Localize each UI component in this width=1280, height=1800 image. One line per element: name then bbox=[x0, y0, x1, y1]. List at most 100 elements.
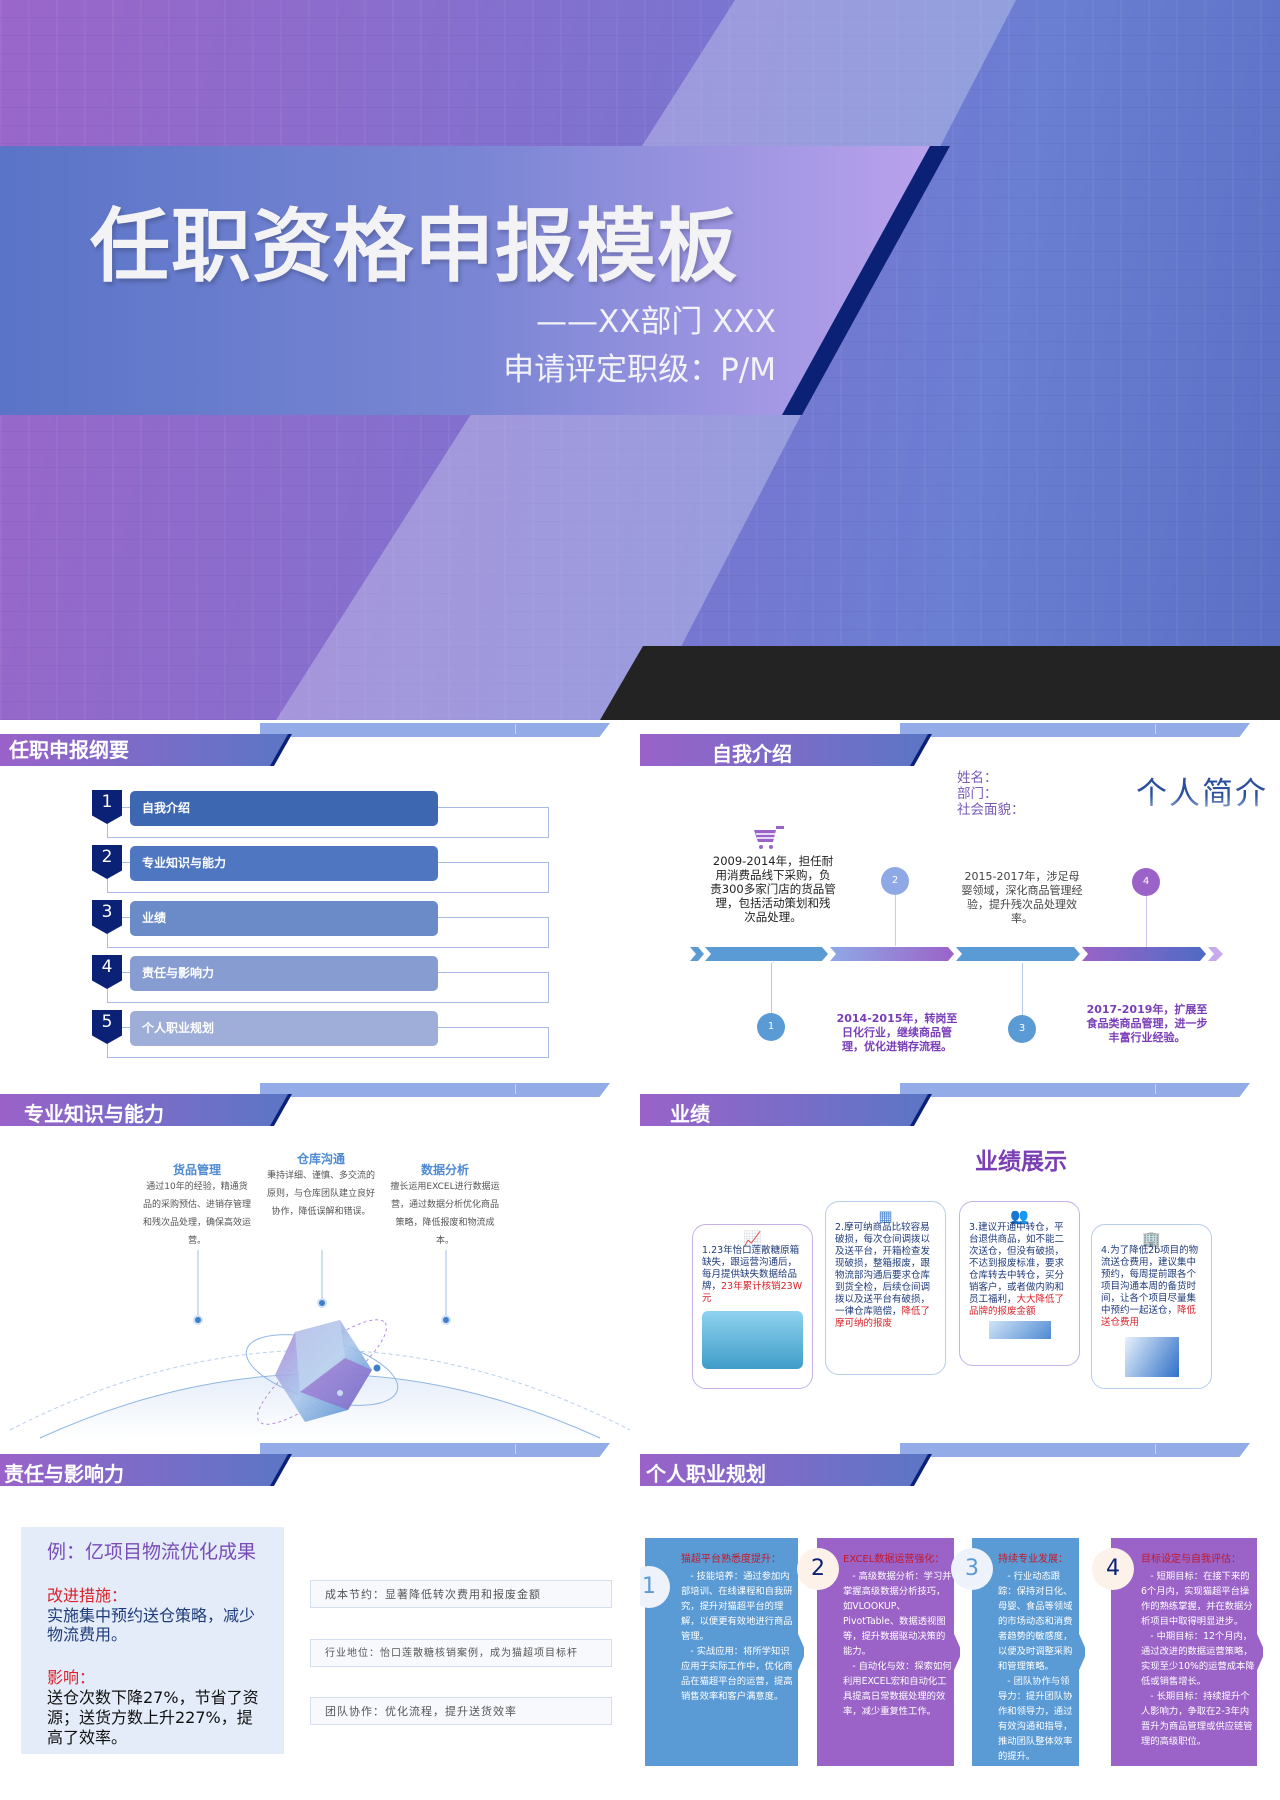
plan-title: 目标设定与自我评估： bbox=[1141, 1554, 1241, 1565]
skill-text: 擅长运用EXCEL进行数据运营，通过数据分析优化商品策略，降低报废和物流成本。 bbox=[390, 1182, 500, 1246]
impact-label: 影响： bbox=[47, 1668, 96, 1687]
result-item: 行业地位：怡口莲散糖核销案例，成为猫超项目标杆 bbox=[310, 1639, 612, 1667]
header-tick bbox=[515, 1444, 516, 1454]
grid-icon: ▦ bbox=[878, 1207, 893, 1225]
slide-title: 自我介绍 bbox=[712, 742, 792, 766]
slide-title: 业绩 bbox=[670, 1102, 710, 1126]
header-band bbox=[260, 1083, 610, 1097]
connector-line bbox=[1146, 895, 1147, 947]
building-icon: 🏢 bbox=[1142, 1230, 1161, 1248]
milestone-text: 2015-2017年，涉足母婴领域，深化商品管理经验，提升残次品处理效率。 bbox=[961, 870, 1083, 925]
performance-slide: 业绩 业绩展示 📈 1.23年怡口莲散糖原箱缺失，跟运营沟通后，每月提供缺失数据… bbox=[640, 1080, 1280, 1440]
slide-title: 责任与影响力 bbox=[4, 1462, 124, 1486]
measure-text: 实施集中预约送仓策略，减少物流费用。 bbox=[47, 1606, 256, 1644]
header-tick bbox=[1155, 1444, 1156, 1454]
milestone-text: 2009-2014年，担任耐用消费品线下采购，负责300多家门店的货品管理，包括… bbox=[710, 854, 836, 924]
plan-line: - 行业动态跟踪：保持对日化、母婴、食品等领域的市场动态和消费者趋势的敏感度，以… bbox=[998, 1571, 1073, 1672]
agenda-item[interactable]: 责任与影响力 bbox=[130, 956, 438, 991]
cover-slide: 任职资格申报模板 ——XX部门 XXX 申请评定职级：P/M bbox=[0, 0, 1280, 720]
header-band bbox=[260, 1443, 610, 1457]
plan-line: - 团队协作与领导力：提升团队协作和领导力，通过有效沟通和指导，推动团队整体效率… bbox=[998, 1676, 1073, 1762]
impact-slide: 责任与影响力 例：亿项目物流优化成果 改进措施： 实施集中预约送仓策略，减少物流… bbox=[0, 1440, 640, 1800]
plan-number-badge: 2 bbox=[797, 1548, 839, 1590]
performance-title: 业绩展示 bbox=[975, 1149, 1067, 1175]
profile-title: 个人简介 bbox=[1136, 768, 1268, 813]
performance-card: 👥 3.建议开通中转仓，平台退供商品，如不能二次送仓，但没有破损，不达到报废标准… bbox=[959, 1201, 1080, 1366]
skills-slide: 专业知识与能力 货品管理 通过10年的经验，精通货品的采购预估、进销存管理和残次… bbox=[0, 1080, 640, 1440]
agenda-slide: 任职申报纲要 1 自我介绍 2 专业知识与能力 3 业绩 4 责任与影响力 5 … bbox=[0, 720, 640, 1080]
example-box: 例：亿项目物流优化成果 改进措施： 实施集中预约送仓策略，减少物流费用。 影响：… bbox=[21, 1527, 284, 1754]
milestone-badge: 1 bbox=[757, 1013, 785, 1041]
performance-card: ▦ 2.摩可纳商品比较容易破损，每次仓间调拨以及送平台，开箱检查发现破损，整箱报… bbox=[825, 1201, 946, 1375]
plan-column: 猫超平台熟悉度提升： - 技能培养：通过参加内部培训、在线课程和自我研究，提升对猫… bbox=[645, 1538, 804, 1766]
agenda-item[interactable]: 自我介绍 bbox=[130, 791, 438, 826]
performance-card: 🏢 4.为了降低2b项目的物流送仓费用，建议集中预约，每周提前跟各个项目沟通本周… bbox=[1091, 1224, 1212, 1389]
building-photo bbox=[702, 1311, 803, 1369]
skill-title: 仓库沟通 bbox=[296, 1152, 345, 1166]
milestone-text: 2017-2019年，扩展至食品类商品管理，进一步丰富行业经验。 bbox=[1086, 1003, 1208, 1044]
plan-title: 持续专业发展： bbox=[998, 1554, 1068, 1565]
chart-monitor-icon: 📈 bbox=[743, 1230, 762, 1248]
plan-line: - 自动化与效：探索如何利用EXCEL宏和自动化工具提高日常数据处理的效率，减少… bbox=[843, 1661, 952, 1717]
slide-title: 任职申报纲要 bbox=[9, 738, 129, 762]
dark-corner-block bbox=[600, 646, 1280, 720]
result-item: 团队协作：优化流程，提升送货效率 bbox=[310, 1697, 612, 1725]
plan-line: - 长期目标：持续提升个人影响力，争取在2-3年内晋升为商品管理或供应链管理的高… bbox=[1141, 1691, 1253, 1747]
skill-title: 数据分析 bbox=[420, 1163, 469, 1177]
milestone-badge: 4 bbox=[1132, 868, 1160, 896]
impact-text: 送仓次数下降27%，节省了资源；送货方数上升227%，提高了效率。 bbox=[47, 1688, 259, 1747]
header-band bbox=[900, 723, 1250, 737]
plan-line: - 短期目标：在接下来的6个月内，实现猫超平台操作的熟练掌握，并在数据分析项目中… bbox=[1141, 1571, 1253, 1627]
milestone-text: 2014-2015年，转岗至日化行业，继续商品管理，优化进销存流程。 bbox=[836, 1012, 958, 1053]
header-tick bbox=[1155, 1084, 1156, 1094]
plan-title: 猫超平台熟悉度提升： bbox=[681, 1554, 781, 1565]
plan-number-badge: 4 bbox=[1092, 1548, 1134, 1590]
intro-slide: 自我介绍 姓名： 部门： 社会面貌： 个人简介 1 2 3 4 2009-201… bbox=[640, 720, 1280, 1080]
measure-label: 改进措施： bbox=[47, 1586, 128, 1605]
plan-line: - 中期目标：12个月内，通过改进的数据运营策略，实现至少10%的运营成本降低或… bbox=[1141, 1631, 1255, 1687]
connector-line bbox=[895, 894, 896, 946]
plan-line: - 实战应用：将所学知识应用于实际工作中，优化商品在猫超平台的运营，提高销售效率… bbox=[681, 1646, 793, 1702]
shopping-cart-icon bbox=[754, 826, 784, 849]
header-tick bbox=[515, 1084, 516, 1094]
skill-title: 货品管理 bbox=[172, 1163, 221, 1177]
tower-photo bbox=[1124, 1337, 1179, 1377]
example-title: 例：亿项目物流优化成果 bbox=[47, 1541, 257, 1563]
milestone-badge: 2 bbox=[881, 867, 909, 895]
dept-label: 部门： bbox=[957, 786, 998, 802]
card-text: 2.摩可纳商品比较容易破损，每次仓间调拨以及送平台，开箱检查发现破损，整箱报废，… bbox=[835, 1222, 931, 1317]
connector-line bbox=[1022, 963, 1023, 1015]
header-band bbox=[900, 1083, 1250, 1097]
header-band bbox=[900, 1443, 1250, 1457]
name-label: 姓名： bbox=[957, 770, 998, 786]
plan-line: - 高级数据分析：学习并掌握高级数据分析技巧，如VLOOKUP、PivotTab… bbox=[843, 1571, 952, 1657]
plan-column: 目标设定与自我评估： - 短期目标：在接下来的6个月内，实现猫超平台操作的熟练掌握… bbox=[1111, 1538, 1263, 1766]
agenda-item[interactable]: 业绩 bbox=[130, 901, 438, 936]
politics-label: 社会面貌： bbox=[957, 802, 1025, 818]
header-tick bbox=[1155, 724, 1156, 734]
slide-title: 个人职业规划 bbox=[646, 1462, 766, 1486]
crystal-graphic bbox=[9, 1250, 631, 1440]
header-band bbox=[260, 723, 610, 737]
plan-line: - 技能培养：通过参加内部培训、在线课程和自我研究，提升对猫超平台的理解，以便更… bbox=[681, 1571, 793, 1642]
header-tick bbox=[515, 724, 516, 734]
performance-card: 📈 1.23年怡口莲散糖原箱缺失，跟运营沟通后，每月提供缺失数据给品牌，23年累… bbox=[692, 1224, 813, 1389]
agenda-item[interactable]: 专业知识与能力 bbox=[130, 846, 438, 881]
plan-number-badge: 3 bbox=[951, 1548, 993, 1590]
skill-text: 通过10年的经验，精通货品的采购预估、进销存管理和残次品处理，确保高效运营。 bbox=[142, 1182, 251, 1246]
users-icon: 👥 bbox=[1010, 1207, 1029, 1225]
agenda-item[interactable]: 个人职业规划 bbox=[130, 1011, 438, 1046]
card-text: 3.建议开通中转仓，平台退供商品，如不能二次送仓，但没有破损，不达到报废标准，要… bbox=[969, 1222, 1065, 1305]
timeline-arrows bbox=[690, 947, 1223, 963]
slide-title: 专业知识与能力 bbox=[24, 1102, 164, 1126]
profile-fields: 姓名： 部门： 社会面貌： bbox=[957, 770, 1025, 818]
skill-text: 秉持详细、谨慎、多交流的原则，与仓库团队建立良好协作，降低误解和错误。 bbox=[266, 1171, 375, 1217]
milestone-badge: 3 bbox=[1008, 1015, 1036, 1043]
cover-subtitle: ——XX部门 XXX bbox=[535, 304, 776, 340]
plan-title: EXCEL数据运营强化： bbox=[843, 1554, 945, 1565]
cover-level: 申请评定职级：P/M bbox=[503, 352, 776, 388]
glass-building-photo bbox=[988, 1321, 1051, 1339]
plan-slide: 个人职业规划 猫超平台熟悉度提升： - 技能培养：通过参加内部培训、在线课程和自我… bbox=[640, 1440, 1280, 1800]
cover-title: 任职资格申报模板 bbox=[90, 200, 738, 293]
result-item: 成本节约：显著降低转次费用和报废金额 bbox=[310, 1580, 612, 1608]
